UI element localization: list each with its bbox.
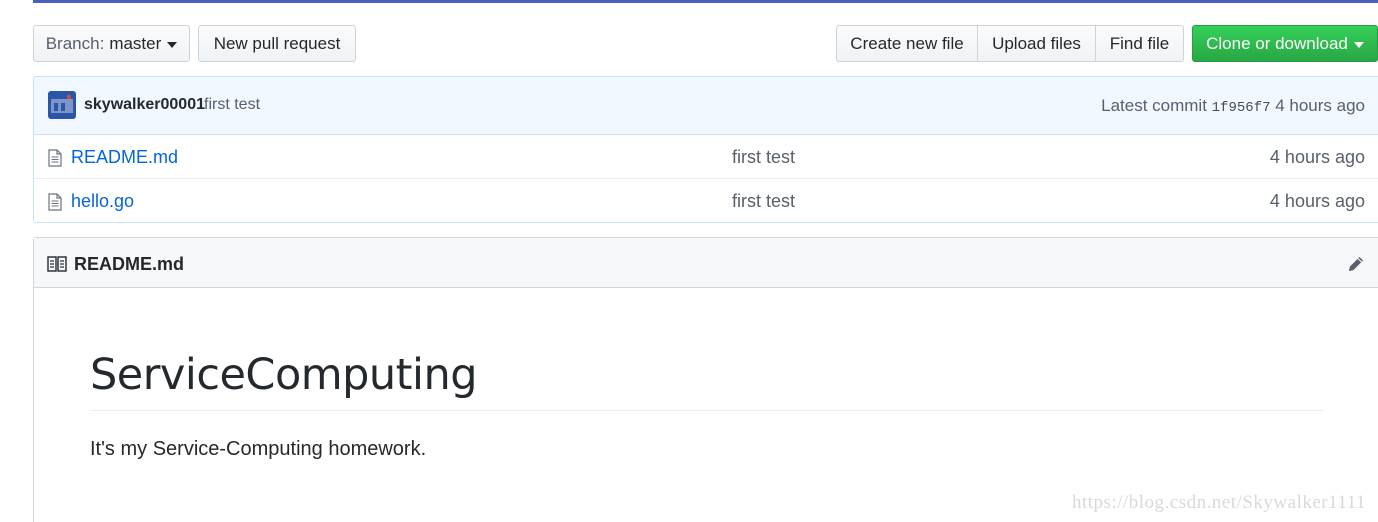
file-navigation: Branch: master New pull request Create n… (33, 25, 1378, 63)
readme-filename: README.md (74, 254, 185, 274)
commit-message-link[interactable]: first test (204, 96, 260, 114)
file-row: hello.go first test 4 hours ago (34, 179, 1378, 222)
watermark: https://blog.csdn.net/Skywalker1111 (1071, 492, 1366, 513)
create-new-file-button[interactable]: Create new file (836, 25, 977, 62)
new-pull-request-button[interactable]: New pull request (198, 25, 356, 62)
clone-label: Clone or download (1206, 33, 1348, 53)
file-icon (48, 149, 62, 167)
latest-commit-label: Latest commit (1101, 96, 1207, 115)
heading-divider (90, 410, 1324, 411)
readme-heading: ServiceComputing (90, 350, 478, 400)
branch-select-button[interactable]: Branch: master (33, 25, 190, 62)
file-list: skywalker00001 first test Latest commit … (33, 76, 1378, 223)
book-icon (47, 256, 67, 272)
file-name-link[interactable]: README.md (71, 147, 178, 168)
avatar[interactable] (48, 91, 76, 119)
latest-commit-bar: skywalker00001 first test Latest commit … (34, 77, 1378, 135)
file-age: 4 hours ago (1269, 191, 1365, 211)
file-icon (48, 193, 62, 211)
pencil-icon[interactable] (1346, 254, 1366, 274)
file-row: README.md first test 4 hours ago (34, 135, 1378, 179)
branch-prefix: Branch: (45, 33, 105, 53)
file-age: 4 hours ago (1269, 147, 1365, 167)
file-commit-message-link[interactable]: first test (732, 191, 795, 212)
file-actions-group: Create new file Upload files Find file (836, 25, 1184, 62)
commit-sha-link[interactable]: 1f956f7 (1212, 100, 1271, 116)
clone-or-download-button[interactable]: Clone or download (1192, 25, 1378, 62)
commit-age: 4 hours ago (1275, 96, 1365, 115)
file-name-link[interactable]: hello.go (71, 191, 134, 212)
upload-files-button[interactable]: Upload files (977, 25, 1095, 62)
top-accent-line (33, 0, 1378, 3)
find-file-button[interactable]: Find file (1095, 25, 1184, 62)
branch-name: master (109, 33, 162, 53)
chevron-down-icon (167, 42, 178, 48)
chevron-down-icon (1353, 41, 1364, 48)
file-commit-message-link[interactable]: first test (732, 147, 795, 168)
readme-panel: README.md ServiceComputing It's my Servi… (33, 237, 1378, 522)
readme-header: README.md (34, 238, 1378, 288)
commit-author-link[interactable]: skywalker00001 (84, 96, 205, 114)
readme-paragraph: It's my Service-Computing homework. (90, 438, 427, 460)
latest-commit-info: Latest commit 1f956f7 4 hours ago (1101, 96, 1365, 116)
